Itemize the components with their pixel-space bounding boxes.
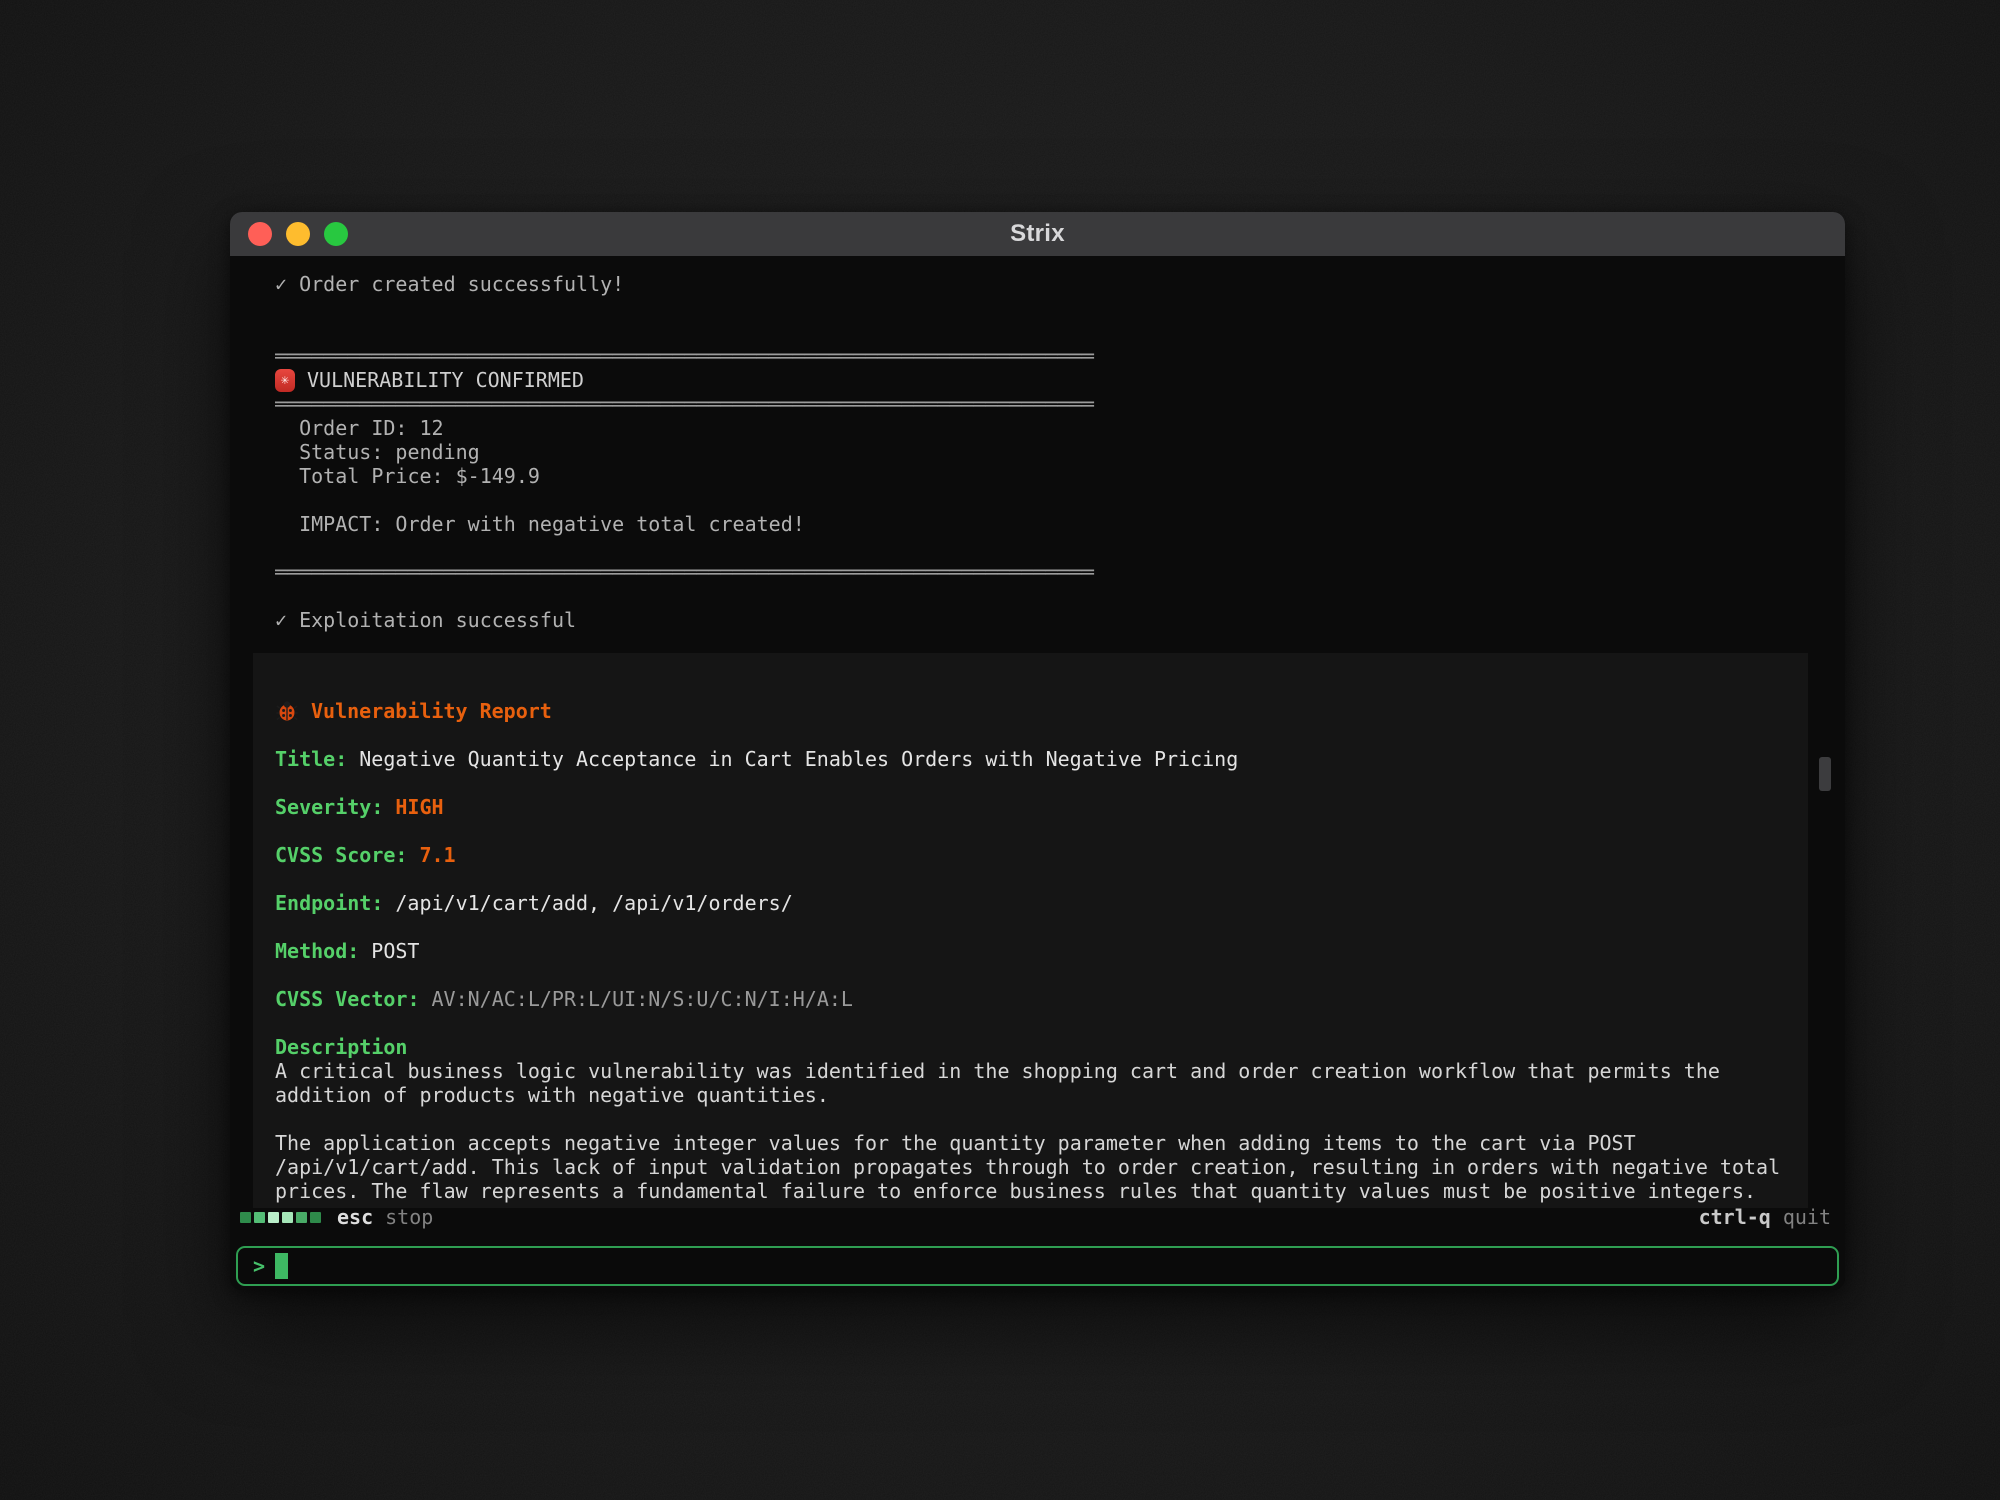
esc-key-hint[interactable]: esc xyxy=(337,1205,373,1229)
log-section: ✓ Order created successfully! ══════════… xyxy=(230,256,1845,632)
text-cursor xyxy=(275,1253,288,1279)
vulnerability-confirmed-heading: VULNERABILITY CONFIRMED xyxy=(275,368,1845,392)
separator-line: ════════════════════════════════════════… xyxy=(275,392,1845,416)
separator-line: ════════════════════════════════════════… xyxy=(275,344,1845,368)
window-title: Strix xyxy=(230,220,1845,248)
description-heading: Description xyxy=(275,1035,1786,1059)
siren-icon xyxy=(275,369,295,392)
terminal-output: ✓ Order created successfully! ══════════… xyxy=(230,256,1845,1290)
cvss-score-value: 7.1 xyxy=(419,843,455,867)
order-success-message: ✓ Order created successfully! xyxy=(275,272,1845,296)
traffic-lights xyxy=(248,212,348,256)
report-field-endpoint: Endpoint:/api/v1/cart/add, /api/v1/order… xyxy=(275,891,1786,915)
scrollbar-thumb[interactable] xyxy=(1819,757,1831,791)
activity-spinner-icon xyxy=(240,1212,321,1223)
quit-action-label: quit xyxy=(1783,1205,1831,1229)
window-titlebar[interactable]: Strix xyxy=(230,212,1845,256)
order-status-line: Status: pending xyxy=(275,440,1845,464)
ctrl-q-key-hint[interactable]: ctrl-q xyxy=(1699,1205,1771,1229)
exploitation-success-message: ✓ Exploitation successful xyxy=(275,608,1845,632)
description-text: The application accepts negative integer… xyxy=(275,1131,1786,1155)
close-button[interactable] xyxy=(248,222,272,246)
description-text: addition of products with negative quant… xyxy=(275,1083,1786,1107)
status-bar-right: ctrl-q quit xyxy=(1699,1205,1831,1229)
impact-line: IMPACT: Order with negative total create… xyxy=(275,512,1845,536)
report-field-method: Method:POST xyxy=(275,939,1786,963)
report-field-cvss-vector: CVSS Vector:AV:N/AC:L/PR:L/UI:N/S:U/C:N/… xyxy=(275,987,1786,1011)
severity-badge: HIGH xyxy=(395,795,443,819)
total-price-line: Total Price: $-149.9 xyxy=(275,464,1845,488)
order-id-line: Order ID: 12 xyxy=(275,416,1845,440)
description-text: /api/v1/cart/add. This lack of input val… xyxy=(275,1155,1786,1179)
status-bar-left: esc stop xyxy=(240,1205,433,1229)
status-bar: esc stop ctrl-q quit xyxy=(230,1203,1845,1231)
description-text: A critical business logic vulnerability … xyxy=(275,1059,1786,1083)
minimize-button[interactable] xyxy=(286,222,310,246)
ladybug-icon xyxy=(275,699,299,723)
stop-action-label: stop xyxy=(385,1205,433,1229)
description-text: prices. The flaw represents a fundamenta… xyxy=(275,1179,1786,1203)
report-field-title: Title:Negative Quantity Acceptance in Ca… xyxy=(275,747,1786,771)
vulnerability-confirmed-label: VULNERABILITY CONFIRMED xyxy=(307,368,584,392)
maximize-button[interactable] xyxy=(324,222,348,246)
report-field-severity: Severity:HIGH xyxy=(275,795,1786,819)
report-header: Vulnerability Report xyxy=(275,699,1786,723)
vulnerability-report-panel: Vulnerability Report Title:Negative Quan… xyxy=(253,653,1808,1208)
prompt-symbol: > xyxy=(253,1254,265,1278)
desktop-background: Strix ✓ Order created successfully! ════… xyxy=(0,0,2000,1500)
report-header-label: Vulnerability Report xyxy=(311,699,552,723)
report-field-cvss-score: CVSS Score:7.1 xyxy=(275,843,1786,867)
strix-window: Strix ✓ Order created successfully! ════… xyxy=(230,212,1845,1290)
command-input[interactable]: > xyxy=(236,1246,1839,1286)
separator-line: ════════════════════════════════════════… xyxy=(275,560,1845,584)
